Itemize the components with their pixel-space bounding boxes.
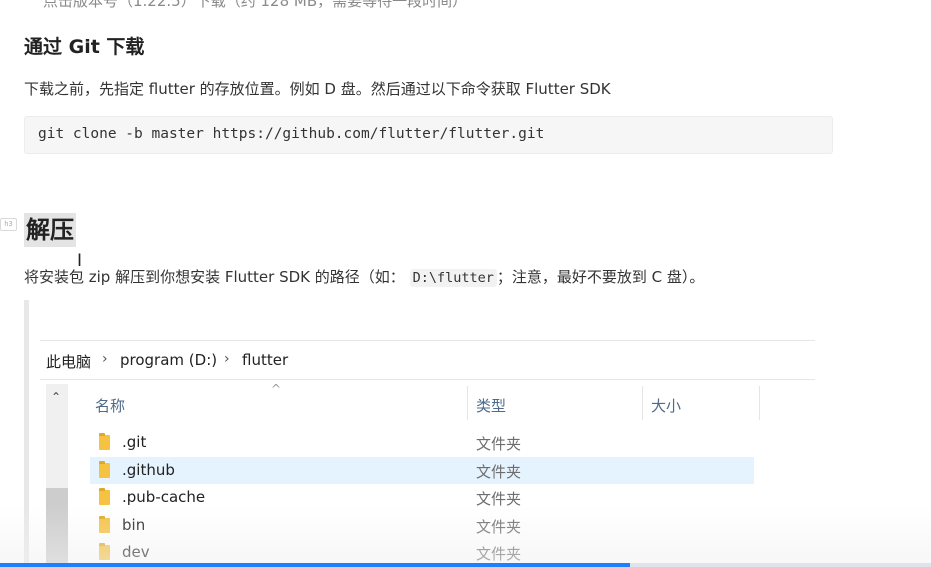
git-clone-command: git clone -b master https://github.com/f… <box>38 126 545 142</box>
git-download-paragraph: 下载之前，先指定 flutter 的存放位置。例如 D 盘。然后通过以下命令获取… <box>24 80 611 98</box>
breadcrumb[interactable]: 此电脑 › program (D:) › flutter <box>40 340 815 380</box>
file-row-selected[interactable]: .github 文件夹 <box>90 457 754 484</box>
folder-icon <box>99 461 110 478</box>
scroll-up-arrow-icon[interactable]: ⌃ <box>51 390 61 404</box>
file-row[interactable]: .pub-cache 文件夹 <box>90 484 754 511</box>
file-row[interactable]: bin 文件夹 <box>90 512 754 539</box>
heading-level-marker: h3 <box>0 218 17 231</box>
file-type: 文件夹 <box>476 463 522 481</box>
code-block[interactable]: git clone -b master https://github.com/f… <box>24 116 833 154</box>
folder-icon <box>99 543 110 560</box>
column-header-name[interactable]: 名称 <box>95 395 125 416</box>
scrollbar-thumb[interactable] <box>46 488 68 567</box>
breadcrumb-program-drive[interactable]: program (D:) <box>120 351 217 369</box>
folder-icon <box>99 488 110 505</box>
file-type: 文件夹 <box>476 490 522 508</box>
file-name: .pub-cache <box>122 488 206 506</box>
chevron-right-icon: › <box>224 351 230 367</box>
inline-code-path: D:\flutter <box>409 269 497 287</box>
folder-icon <box>99 433 110 450</box>
column-divider[interactable] <box>467 386 468 420</box>
sort-ascending-icon: ^ <box>271 382 282 396</box>
breadcrumb-flutter[interactable]: flutter <box>242 351 288 369</box>
git-download-heading: 通过 Git 下载 <box>24 36 145 58</box>
file-type: 文件夹 <box>476 545 522 563</box>
column-header-size[interactable]: 大小 <box>651 395 681 416</box>
file-type: 文件夹 <box>476 435 522 453</box>
chevron-right-icon: › <box>102 351 108 367</box>
column-divider[interactable] <box>642 386 643 420</box>
breadcrumb-this-pc[interactable]: 此电脑 <box>46 351 91 372</box>
file-type: 文件夹 <box>476 518 522 536</box>
unzip-heading[interactable]: 解压 <box>24 213 76 247</box>
unzip-paragraph: 将安装包 zip 解压到你想安装 Flutter SDK 的路径（如： D:\f… <box>24 266 704 287</box>
file-row[interactable]: dev 文件夹 <box>90 539 754 566</box>
column-divider[interactable] <box>759 386 760 420</box>
file-row[interactable]: .git 文件夹 <box>90 429 754 456</box>
unzip-paragraph-text-after: ；注意，最好不要放到 C 盘）。 <box>496 268 705 286</box>
unzip-paragraph-text-before: 将安装包 zip 解压到你想安装 Flutter SDK 的路径（如： <box>24 268 405 286</box>
video-progress-bar[interactable] <box>0 563 931 567</box>
vertical-scrollbar[interactable]: ⌃ <box>46 384 68 567</box>
video-progress-fill <box>0 563 631 567</box>
cut-off-paragraph: 点击版本号（1.22.5）下载（约 128 MB，需要等待一段时间） <box>43 0 468 10</box>
file-name: .git <box>122 433 147 451</box>
blockquote-bar <box>24 300 29 567</box>
column-header-type[interactable]: 类型 <box>476 395 506 416</box>
file-name: dev <box>122 543 150 561</box>
file-name: .github <box>122 461 175 479</box>
folder-icon <box>99 516 110 533</box>
file-explorer-screenshot: 此电脑 › program (D:) › flutter ⌃ ^ 名称 类型 大… <box>40 340 815 567</box>
file-name: bin <box>122 516 146 534</box>
